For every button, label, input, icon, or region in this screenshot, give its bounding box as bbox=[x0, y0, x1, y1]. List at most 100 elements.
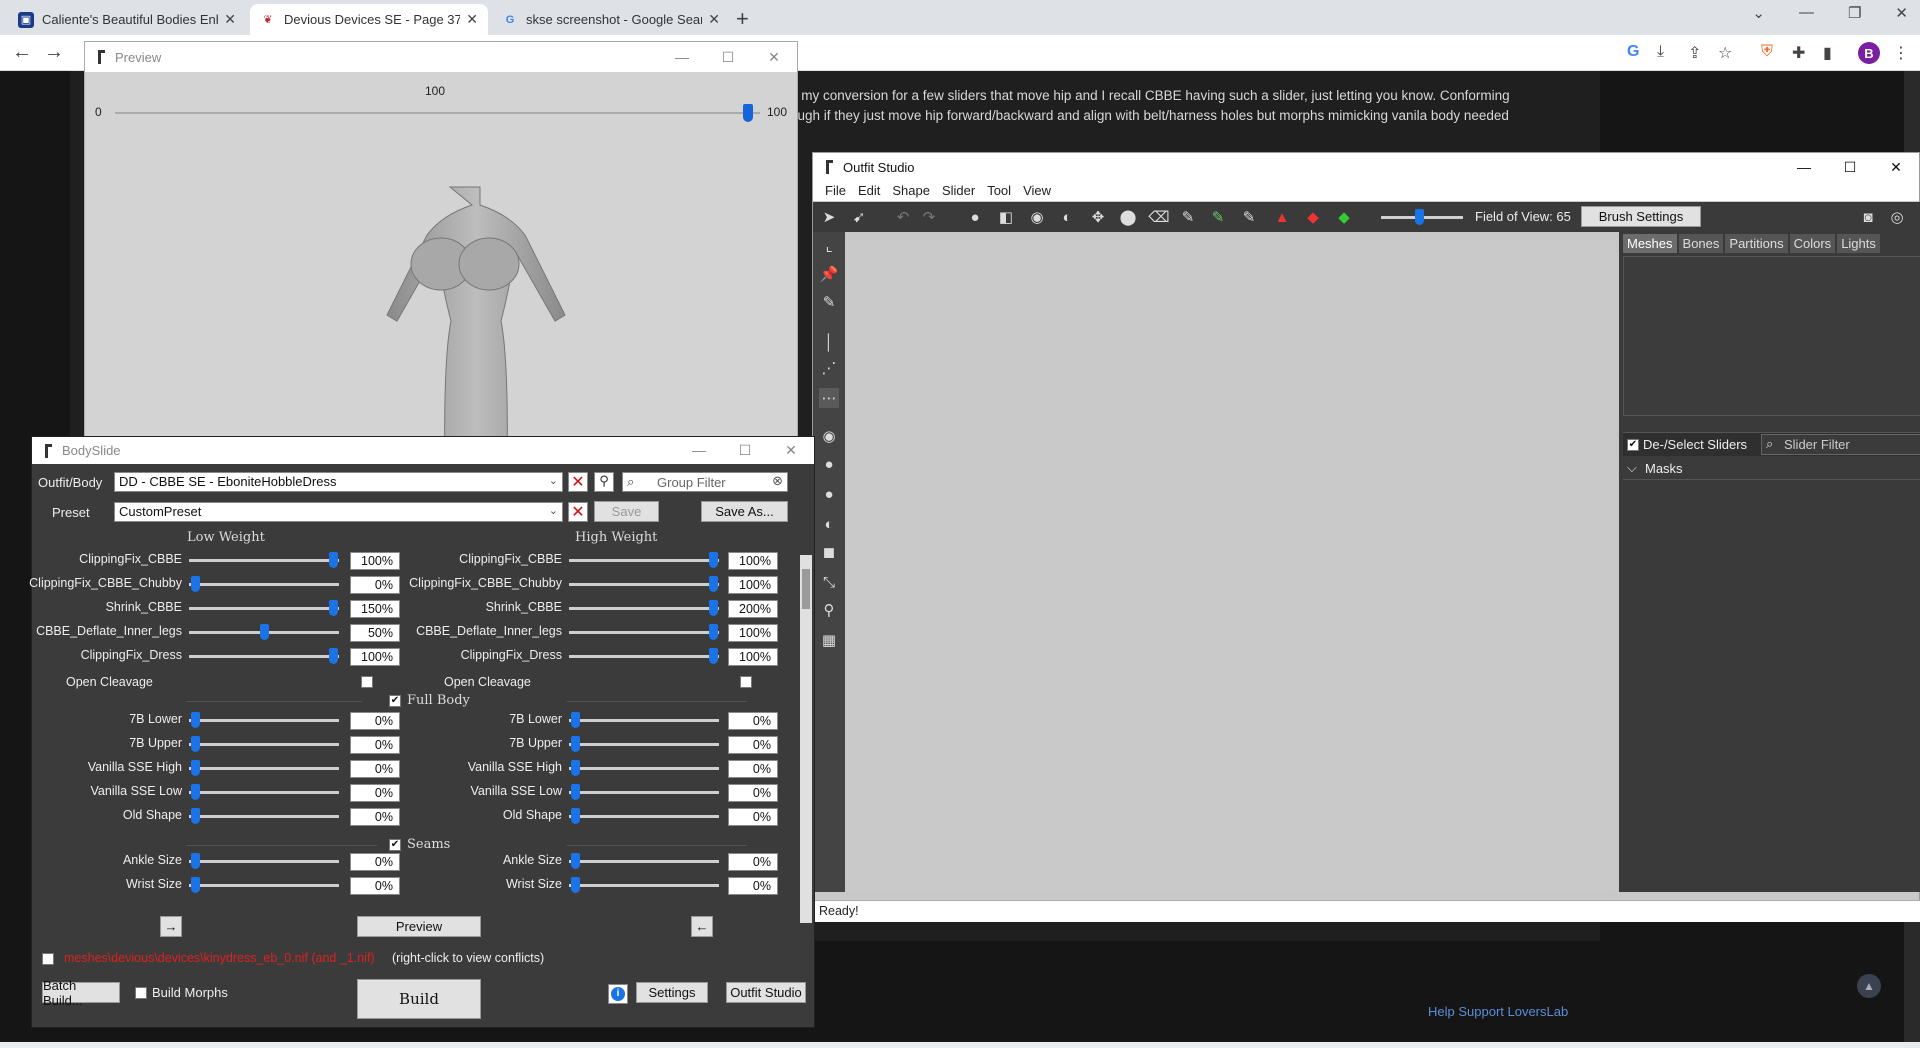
slider-value-low[interactable]: 100% bbox=[350, 648, 400, 666]
menu-file[interactable]: File bbox=[819, 181, 852, 201]
slider-value-low[interactable]: 0% bbox=[350, 877, 400, 895]
grid-icon[interactable]: ▦ bbox=[819, 630, 839, 650]
minimize-icon[interactable]: — bbox=[676, 442, 722, 459]
slider-thumb-high[interactable] bbox=[571, 853, 580, 869]
tab-partitions[interactable]: Partitions bbox=[1725, 234, 1788, 253]
close-icon[interactable]: ✕ bbox=[1895, 4, 1908, 22]
slider-thumb-high[interactable] bbox=[709, 624, 718, 640]
outfit-body-select[interactable]: DD - CBBE SE - EboniteHobbleDress ⌄ bbox=[114, 472, 563, 492]
slider-thumb-high[interactable] bbox=[709, 600, 718, 616]
share-icon[interactable]: ⇪ bbox=[1688, 43, 1701, 63]
transform-tool-icon[interactable]: ➹ bbox=[849, 207, 869, 227]
preview-titlebar[interactable]: Preview — ☐ ✕ bbox=[85, 42, 797, 72]
tab-meshes[interactable]: Meshes bbox=[1623, 234, 1677, 253]
brave-shield-icon[interactable]: ⛨ bbox=[1761, 43, 1773, 61]
scroll-to-top-icon[interactable]: ▲ bbox=[1857, 974, 1881, 998]
slider-value-high[interactable]: 100% bbox=[728, 624, 778, 642]
slider-track-low[interactable] bbox=[189, 655, 339, 658]
slider-thumb-low[interactable] bbox=[329, 648, 338, 664]
save-as-button[interactable]: Save As... bbox=[701, 501, 788, 522]
slider-value-low[interactable]: 0% bbox=[350, 760, 400, 778]
slider-value-low[interactable]: 0% bbox=[350, 576, 400, 594]
brush-settings-button[interactable]: Brush Settings bbox=[1581, 206, 1701, 227]
seams-group[interactable]: ✔ Seams bbox=[389, 837, 450, 852]
slider-track-high[interactable] bbox=[569, 607, 719, 610]
slider-track-low[interactable] bbox=[189, 719, 339, 722]
pencil-icon[interactable]: ✎ bbox=[819, 292, 839, 312]
slider-thumb-high[interactable] bbox=[709, 648, 718, 664]
restore-icon[interactable]: ❐ bbox=[1848, 4, 1861, 22]
preview-weight-track[interactable] bbox=[115, 112, 760, 114]
slider-value-low[interactable]: 150% bbox=[350, 600, 400, 618]
slider-value-high[interactable]: 100% bbox=[728, 576, 778, 594]
save-button[interactable]: Save bbox=[594, 501, 659, 522]
group-filter-input[interactable]: ⌕ Group Filter ⊗ bbox=[622, 472, 788, 492]
slider-value-high[interactable]: 200% bbox=[728, 600, 778, 618]
close-tab-icon[interactable]: ✕ bbox=[224, 11, 236, 28]
slider-thumb-high[interactable] bbox=[571, 808, 580, 824]
clear-outfit-icon[interactable]: ✕ bbox=[568, 472, 588, 492]
slider-scrollbar[interactable] bbox=[800, 555, 812, 923]
slider-track-low[interactable] bbox=[189, 743, 339, 746]
shaded-sphere-icon[interactable]: ● bbox=[819, 484, 839, 504]
open-cleavage-low-checkbox[interactable] bbox=[361, 676, 373, 688]
discord-icon[interactable]: ◙ bbox=[1858, 207, 1878, 227]
seams-checkbox[interactable]: ✔ bbox=[389, 838, 401, 851]
close-icon[interactable]: ✕ bbox=[751, 49, 797, 66]
move-brush-icon[interactable]: ✥ bbox=[1088, 207, 1108, 227]
nodes-icon[interactable]: ⋰ bbox=[819, 358, 839, 378]
menu-slider[interactable]: Slider bbox=[936, 181, 981, 201]
close-tab-icon[interactable]: ✕ bbox=[466, 11, 478, 28]
build-morphs-checkbox[interactable] bbox=[135, 987, 147, 999]
settings-button[interactable]: Settings bbox=[636, 982, 708, 1003]
slider-thumb-low[interactable] bbox=[329, 552, 338, 568]
bone-path-icon[interactable]: ⤡ bbox=[819, 572, 839, 592]
slider-thumb-high[interactable] bbox=[571, 784, 580, 800]
brush-tool-icon[interactable]: ● bbox=[965, 207, 985, 227]
slider-thumb-low[interactable] bbox=[260, 624, 269, 640]
slider-thumb-high[interactable] bbox=[571, 877, 580, 893]
new-tab-icon[interactable]: + bbox=[736, 6, 749, 32]
select-tool-icon[interactable]: ➤ bbox=[819, 207, 839, 227]
slider-track-low[interactable] bbox=[189, 884, 339, 887]
slider-thumb-low[interactable] bbox=[191, 712, 200, 728]
line-icon[interactable]: │ bbox=[819, 332, 839, 352]
slider-thumb-low[interactable] bbox=[191, 808, 200, 824]
sphere-icon[interactable]: ● bbox=[819, 454, 839, 474]
slider-value-high[interactable]: 0% bbox=[728, 784, 778, 802]
conflict-path[interactable]: meshes\devious\devices\kinydress_eb_0.ni… bbox=[64, 951, 375, 965]
clear-preset-icon[interactable]: ✕ bbox=[568, 502, 588, 522]
footer-links[interactable]: Help Support LoversLab bbox=[1428, 1004, 1568, 1019]
slider-thumb-low[interactable] bbox=[191, 877, 200, 893]
slider-value-high[interactable]: 0% bbox=[728, 808, 778, 826]
tab-bones[interactable]: Bones bbox=[1678, 234, 1724, 253]
github-icon[interactable]: ◎ bbox=[1887, 207, 1907, 227]
slider-value-high[interactable]: 100% bbox=[728, 552, 778, 570]
preview-weight-thumb[interactable] bbox=[743, 104, 753, 122]
slider-track-high[interactable] bbox=[569, 559, 719, 562]
conflict-checkbox[interactable] bbox=[42, 953, 54, 965]
slider-track-low[interactable] bbox=[189, 607, 339, 610]
close-tab-icon[interactable]: ✕ bbox=[708, 11, 720, 28]
slider-track-high[interactable] bbox=[569, 767, 719, 770]
slider-thumb-high[interactable] bbox=[571, 736, 580, 752]
tab-lights[interactable]: Lights bbox=[1837, 234, 1880, 253]
side-panel-icon[interactable]: ▮ bbox=[1823, 43, 1832, 63]
browser-tab-devious-devices[interactable]: ❦ Devious Devices SE - Page 374 ✕ bbox=[250, 4, 488, 35]
slider-track-low[interactable] bbox=[189, 583, 339, 586]
clear-search-icon[interactable]: ⊗ bbox=[772, 473, 783, 489]
pin-icon[interactable]: 📌 bbox=[819, 264, 839, 284]
menu-edit[interactable]: Edit bbox=[852, 181, 886, 201]
slider-track-high[interactable] bbox=[569, 655, 719, 658]
redo-icon[interactable]: ↷ bbox=[919, 207, 939, 227]
expand-chevron-icon[interactable]: ⌵ bbox=[1627, 460, 1637, 476]
slider-value-low[interactable]: 0% bbox=[350, 736, 400, 754]
slider-track-high[interactable] bbox=[569, 719, 719, 722]
fov-slider-thumb[interactable] bbox=[1415, 209, 1424, 225]
open-cleavage-high-checkbox[interactable] bbox=[740, 676, 752, 688]
info-icon[interactable]: i bbox=[608, 984, 628, 1004]
browser-tab-caliente[interactable]: ▣ Caliente's Beautiful Bodies Enh ✕ bbox=[8, 4, 246, 35]
deselect-sliders-checkbox[interactable]: ✔ bbox=[1627, 439, 1639, 451]
close-icon[interactable]: ✕ bbox=[768, 442, 814, 459]
slider-value-low[interactable]: 0% bbox=[350, 853, 400, 871]
